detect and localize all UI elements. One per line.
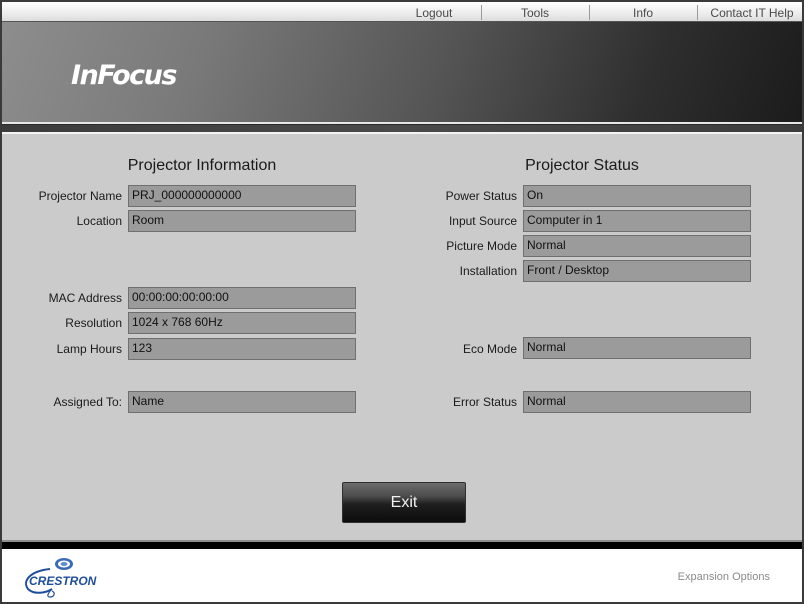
- location-field[interactable]: Room: [128, 210, 356, 232]
- projector-name-label: Projector Name: [38, 189, 122, 203]
- input-source-field: Computer in 1: [523, 210, 751, 232]
- exit-button[interactable]: Exit: [342, 482, 466, 523]
- projector-status-title: Projector Status: [525, 157, 639, 174]
- power-status-field: On: [523, 185, 751, 207]
- nav-logout[interactable]: Logout: [386, 2, 482, 22]
- footer-divider-bar: [2, 542, 802, 549]
- picture-mode-label: Picture Mode: [446, 239, 517, 253]
- divider-bar: [2, 124, 802, 132]
- mac-address-label: MAC Address: [48, 291, 122, 305]
- crestron-swirl-icon: CRESTRON: [25, 558, 97, 598]
- projector-name-field[interactable]: PRJ_000000000000: [128, 185, 356, 207]
- error-status-label: Error Status: [452, 395, 517, 409]
- crestron-text: CRESTRON: [29, 574, 97, 588]
- error-status-field: Normal: [523, 391, 751, 413]
- lamp-hours-field: 123: [128, 338, 356, 360]
- installation-field: Front / Desktop: [523, 260, 751, 282]
- nav-info[interactable]: Info: [590, 2, 696, 22]
- projector-web-page: Logout Tools Info Contact IT Help InFocu…: [0, 0, 804, 604]
- eco-mode-field: Normal: [523, 337, 751, 359]
- assigned-to-field[interactable]: Name: [128, 391, 356, 413]
- location-label: Location: [76, 214, 122, 228]
- installation-label: Installation: [459, 264, 517, 278]
- top-navigation: Logout Tools Info Contact IT Help: [2, 2, 802, 22]
- nav-tools[interactable]: Tools: [482, 2, 588, 22]
- input-source-label: Input Source: [448, 214, 517, 228]
- resolution-label: Resolution: [65, 316, 122, 330]
- picture-mode-field: Normal: [523, 235, 751, 257]
- eco-mode-label: Eco Mode: [462, 342, 517, 356]
- assigned-to-label: Assigned To:: [53, 395, 123, 409]
- lamp-hours-label: Lamp Hours: [56, 342, 122, 356]
- infocus-logo: InFocus: [71, 60, 177, 91]
- mac-address-field: 00:00:00:00:00:00: [128, 287, 356, 309]
- header-banner: InFocus: [2, 22, 802, 122]
- expansion-options-link[interactable]: Expansion Options: [678, 571, 770, 583]
- projector-information-title: Projector Information: [127, 157, 277, 174]
- main-panel: Projector Information Projector Name PRJ…: [2, 134, 802, 540]
- nav-contact-it-help[interactable]: Contact IT Help: [700, 2, 802, 22]
- power-status-label: Power Status: [445, 189, 517, 203]
- resolution-field: 1024 x 768 60Hz: [128, 312, 356, 334]
- crestron-logo: CRESTRON: [20, 555, 120, 599]
- nav-separator: [697, 5, 698, 20]
- footer: CRESTRON Expansion Options: [2, 549, 802, 602]
